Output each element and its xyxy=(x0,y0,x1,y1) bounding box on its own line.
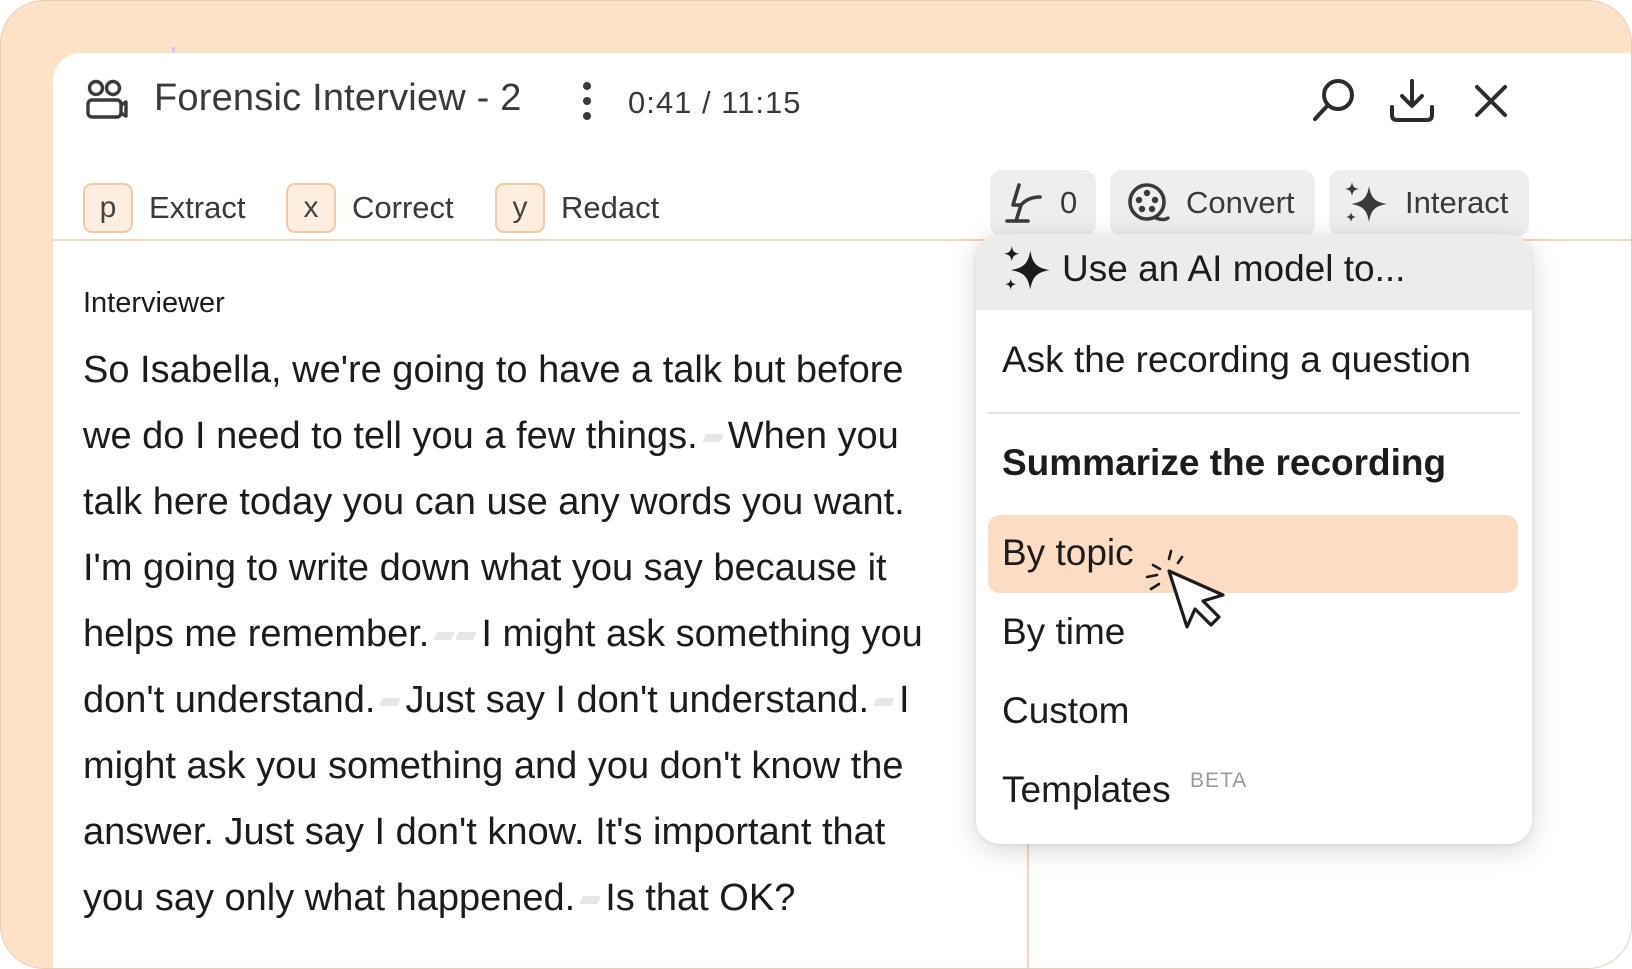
convert-button[interactable]: Convert xyxy=(1110,170,1315,236)
interact-dropdown-menu: Use an AI model to... Ask the recording … xyxy=(976,234,1532,844)
pause-marker xyxy=(701,433,724,442)
transcript-line: helps me remember. I might ask something … xyxy=(83,613,923,655)
transcript-line: we do I need to tell you a few things. Wh… xyxy=(83,415,899,457)
kebab-menu-icon[interactable] xyxy=(575,79,599,123)
interact-button[interactable]: Interact xyxy=(1329,170,1529,236)
transcript-line: So Isabella, we're going to have a talk … xyxy=(83,349,904,391)
redact-tool[interactable]: y Redact xyxy=(495,180,659,236)
close-icon[interactable] xyxy=(1465,75,1517,127)
transcript-line: talk here today you can use any words yo… xyxy=(83,481,905,523)
correct-label: Correct xyxy=(352,190,454,225)
search-icon[interactable] xyxy=(1307,75,1359,127)
playback-time: 0:41 / 11:15 xyxy=(628,85,802,120)
redact-label: Redact xyxy=(561,190,660,225)
highlighter-icon xyxy=(1005,183,1042,223)
menu-header: Use an AI model to... xyxy=(976,234,1532,310)
pause-marker xyxy=(873,697,895,706)
menu-item-ask-question[interactable]: Ask the recording a question xyxy=(1002,339,1471,381)
menu-item-by-time[interactable]: By time xyxy=(1002,611,1125,653)
redact-shortcut-key: y xyxy=(495,183,545,233)
highlight-button[interactable]: 0 xyxy=(990,170,1096,236)
pause-marker xyxy=(579,895,602,904)
pause-marker xyxy=(433,631,456,640)
mouse-cursor-icon xyxy=(1145,549,1225,629)
highlight-count: 0 xyxy=(1060,185,1078,220)
film-reel-icon xyxy=(1128,183,1170,222)
app-frame: Forensic Interview - 2 0:41 / 11:15 p Ex… xyxy=(0,0,1632,969)
extract-label: Extract xyxy=(149,190,246,225)
transcript-line: might ask you something and you don't kn… xyxy=(83,745,904,787)
people-icon xyxy=(86,79,128,119)
transcript-line: don't understand. Just say I don't unders… xyxy=(83,679,910,721)
speaker-label: Interviewer xyxy=(83,287,225,319)
menu-divider xyxy=(988,412,1520,414)
page-title: Forensic Interview - 2 xyxy=(154,77,522,119)
beta-badge: BETA xyxy=(1190,769,1248,792)
interact-label: Interact xyxy=(1405,185,1509,220)
menu-item-templates[interactable]: Templates xyxy=(1002,769,1171,811)
convert-label: Convert xyxy=(1186,185,1295,220)
sparkles-icon xyxy=(1345,182,1387,222)
correct-shortcut-key: x xyxy=(286,183,336,233)
extract-tool[interactable]: p Extract xyxy=(83,180,245,236)
sparkles-icon xyxy=(1004,246,1050,290)
transcript-body[interactable]: So Isabella, we're going to have a talk … xyxy=(83,337,983,931)
transcript-line: answer. Just say I don't know. It's impo… xyxy=(83,811,886,853)
menu-header-text: Use an AI model to... xyxy=(1062,248,1406,289)
menu-section-heading: Summarize the recording xyxy=(1002,442,1447,483)
extract-shortcut-key: p xyxy=(83,183,133,233)
correct-tool[interactable]: x Correct xyxy=(286,180,454,236)
menu-item-by-topic-label: By topic xyxy=(1002,532,1134,573)
download-icon[interactable] xyxy=(1386,75,1438,127)
header: Forensic Interview - 2 0:41 / 11:15 xyxy=(53,53,1631,153)
pause-marker xyxy=(379,697,402,706)
pause-marker xyxy=(455,631,478,640)
transcript-line: you say only what happened. Is that OK? xyxy=(83,877,796,919)
transcript-line: I'm going to write down what you say bec… xyxy=(83,547,887,589)
menu-item-custom[interactable]: Custom xyxy=(1002,690,1129,732)
